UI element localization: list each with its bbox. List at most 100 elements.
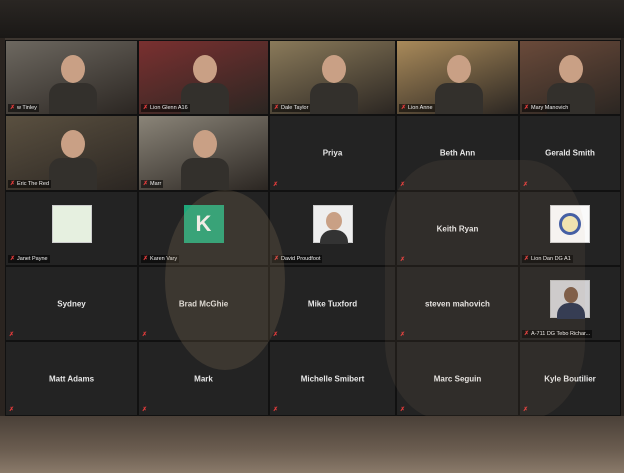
participant-avatar: [51, 205, 92, 244]
participant-video-body: [309, 83, 358, 114]
participant-tile[interactable]: Priya ✗: [269, 115, 396, 191]
participant-tile[interactable]: ✗ Dale Taylor: [269, 40, 396, 115]
photo-frame-top: [0, 0, 624, 38]
participant-name-label: ✗ Lion Anne: [399, 104, 435, 112]
participant-tile[interactable]: ✗ Lion Glenn A16: [138, 40, 269, 115]
microphone-muted-icon: ✗: [273, 332, 279, 338]
zoom-gallery-view: ✗ w Tinley ✗ Lion Glenn A16 ✗ Dale Taylor ✗ Lio…: [5, 40, 621, 420]
participant-name-center: Kyle Boutilier: [544, 374, 596, 383]
participant-avatar: K: [183, 205, 224, 244]
avatar-person-body: [319, 230, 348, 245]
participant-tile[interactable]: Gerald Smith ✗: [519, 115, 621, 191]
participant-tile[interactable]: ✗ Lion Anne: [396, 40, 519, 115]
participant-tile[interactable]: Brad McGhie ✗: [138, 266, 269, 341]
participant-avatar: [550, 280, 590, 320]
participant-name-label: ✗ A-711 DG Tebo Richar...: [522, 330, 593, 338]
microphone-muted-icon: ✗: [401, 105, 407, 111]
microphone-muted-icon: ✗: [143, 105, 149, 111]
microphone-muted-icon: ✗: [142, 407, 148, 413]
avatar-person-body: [557, 303, 585, 320]
participant-tile[interactable]: ✗ Lion Dan DG A1: [519, 191, 621, 266]
participant-name-center: steven mahovich: [425, 299, 490, 308]
microphone-muted-icon: ✗: [143, 256, 149, 262]
participant-tile[interactable]: Michelle Smibert ✗: [269, 341, 396, 416]
participant-tile[interactable]: Marc Seguin ✗: [396, 341, 519, 416]
participant-video-person: [192, 55, 217, 83]
participant-name-center: Beth Ann: [439, 148, 476, 158]
participant-tile[interactable]: Beth Ann ✗: [396, 115, 519, 191]
microphone-muted-icon: ✗: [10, 256, 16, 262]
participant-name-center: Marc Seguin: [433, 374, 482, 383]
participant-tile[interactable]: Kyle Boutilier ✗: [519, 341, 621, 416]
participant-avatar: [312, 205, 353, 245]
participant-tile[interactable]: Sydney ✗: [5, 266, 138, 341]
microphone-muted-icon: ✗: [10, 105, 16, 111]
microphone-muted-icon: ✗: [273, 407, 279, 413]
participant-name-label: ✗ Lion Glenn A16: [141, 104, 190, 112]
participant-name-text: Lion Anne: [408, 105, 433, 111]
participant-tile[interactable]: K ✗ Karen Vary: [138, 191, 269, 266]
participant-name-label: ✗ w Tinley: [8, 104, 39, 112]
participant-name-label: ✗ Marr: [141, 180, 164, 188]
participant-name-text: Karen Vary: [150, 256, 178, 262]
participant-name-label: ✗ Karen Vary: [141, 255, 180, 263]
participant-name-label: ✗ David Proudfoot: [272, 255, 323, 263]
photo-frame-bottom: [0, 416, 624, 473]
participant-tile[interactable]: steven mahovich ✗: [396, 266, 519, 341]
participant-name-center: Gerald Smith: [545, 148, 595, 158]
participant-tile[interactable]: ✗ A-711 DG Tebo Richar...: [519, 266, 621, 341]
participant-avatar: [550, 205, 590, 244]
participant-name-label: ✗ Janet Payne: [8, 255, 50, 263]
participant-tile[interactable]: ✗ Janet Payne: [5, 191, 138, 266]
avatar-person: [325, 212, 342, 231]
microphone-muted-icon: ✗: [400, 407, 406, 413]
participant-tile[interactable]: ✗ w Tinley: [5, 40, 138, 115]
participant-name-text: Mary Manovich: [531, 105, 569, 111]
participant-name-center: Sydney: [57, 299, 86, 308]
participant-tile[interactable]: Mike Tuxford ✗: [269, 266, 396, 341]
microphone-muted-icon: ✗: [524, 105, 530, 111]
participant-tile[interactable]: ✗ Mary Manovich: [519, 40, 621, 115]
participant-video-body: [48, 158, 97, 190]
participant-name-text: A-711 DG Tebo Richar...: [531, 331, 591, 337]
participant-tile[interactable]: Matt Adams ✗: [5, 341, 138, 416]
participant-name-text: David Proudfoot: [281, 256, 321, 262]
microphone-muted-icon: ✗: [400, 257, 406, 263]
microphone-muted-icon: ✗: [400, 332, 406, 338]
participant-name-text: Janet Payne: [17, 256, 48, 262]
participant-name-label: ✗ Lion Dan DG A1: [522, 255, 573, 263]
participant-name-label: ✗ Dale Taylor: [272, 104, 311, 112]
participant-video-person: [60, 130, 85, 158]
microphone-muted-icon: ✗: [9, 407, 15, 413]
participant-name-center: Priya: [322, 148, 343, 158]
microphone-muted-icon: ✗: [143, 181, 149, 187]
microphone-muted-icon: ✗: [10, 181, 16, 187]
participant-name-center: Matt Adams: [48, 374, 95, 383]
participant-name-text: Eric The Red: [17, 181, 50, 187]
participant-video-body: [180, 158, 229, 190]
microphone-muted-icon: ✗: [524, 256, 530, 262]
microphone-muted-icon: ✗: [274, 105, 280, 111]
participant-tile[interactable]: ✗ Marr: [138, 115, 269, 191]
participant-video-person: [60, 55, 85, 83]
participant-tile[interactable]: Keith Ryan ✗: [396, 191, 519, 266]
participant-name-center: Mike Tuxford: [307, 299, 358, 308]
participant-name-text: Marr: [150, 181, 162, 187]
participant-video-body: [434, 83, 483, 114]
microphone-muted-icon: ✗: [142, 332, 148, 338]
microphone-muted-icon: ✗: [400, 182, 406, 188]
participant-name-center: Mark: [194, 374, 213, 383]
participant-name-text: Lion Glenn A16: [150, 105, 188, 111]
participant-name-text: Lion Dan DG A1: [531, 256, 571, 262]
participant-tile[interactable]: ✗ Eric The Red: [5, 115, 138, 191]
microphone-muted-icon: ✗: [273, 182, 279, 188]
participant-video-person: [446, 55, 471, 83]
participant-video-person: [321, 55, 346, 83]
microphone-muted-icon: ✗: [274, 256, 280, 262]
participant-name-text: w Tinley: [17, 105, 37, 111]
participant-video-person: [559, 55, 583, 83]
district-seal-icon: [559, 213, 581, 236]
participant-tile[interactable]: ✗ David Proudfoot: [269, 191, 396, 266]
participant-video-body: [48, 83, 97, 114]
participant-tile[interactable]: Mark ✗: [138, 341, 269, 416]
